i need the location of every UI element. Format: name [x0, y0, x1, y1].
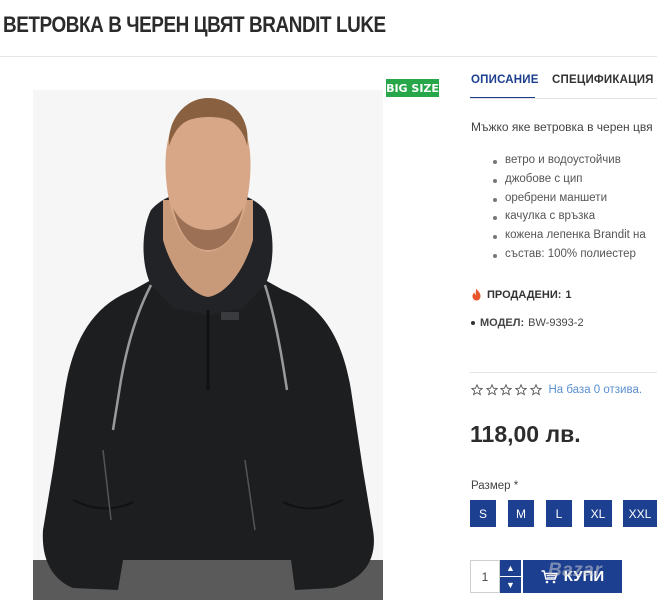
title-divider [0, 56, 657, 57]
tab-description[interactable]: ОПИСАНИЕ [471, 74, 539, 86]
product-image[interactable] [33, 90, 383, 600]
model-number: МОДЕЛ: BW-9393-2 [471, 317, 584, 329]
model-value: BW-9393-2 [528, 317, 584, 329]
size-label: Размер * [471, 480, 518, 492]
jacket-photo [33, 90, 383, 600]
sold-label: ПРОДАДЕНИ: [487, 288, 562, 301]
description-intro: Мъжко яке ветровка в черен цвя [471, 120, 653, 134]
list-item: кожена лепенка Brandit на [491, 229, 657, 248]
list-item: ветро и водоустойчив [491, 154, 657, 173]
product-title: ВЕТРОВКА В ЧЕРЕН ЦВЯТ BRANDIT LUKE [3, 12, 386, 37]
star-empty-icon[interactable] [529, 384, 542, 396]
section-divider [470, 372, 657, 373]
list-item: оребрени маншети [491, 192, 657, 211]
tab-specification[interactable]: СПЕЦИФИКАЦИЯ [552, 74, 654, 86]
size-option-s[interactable]: S [470, 500, 496, 527]
chevron-down-icon: ▼ [506, 580, 515, 590]
bullet-icon [471, 321, 475, 325]
feature-list: ветро и водоустойчив джобове с цип оребр… [491, 154, 657, 267]
fire-icon [472, 288, 481, 301]
tabs-divider [470, 98, 657, 99]
sold-value: 1 [565, 288, 572, 301]
star-empty-icon[interactable] [500, 384, 513, 396]
size-option-xl[interactable]: XL [584, 500, 612, 527]
list-item: състав: 100% полиестер [491, 248, 657, 267]
quantity-decrease-button[interactable]: ▼ [500, 577, 521, 593]
rating: На база 0 отзива. [471, 384, 642, 396]
model-label: МОДЕЛ: [480, 317, 525, 329]
star-empty-icon[interactable] [515, 384, 528, 396]
chevron-up-icon: ▲ [506, 563, 515, 573]
quantity-input[interactable]: 1 [470, 560, 500, 593]
star-empty-icon[interactable] [471, 384, 483, 396]
list-item: джобове с цип [491, 173, 657, 192]
quantity-increase-button[interactable]: ▲ [500, 560, 521, 576]
size-option-l[interactable]: L [546, 500, 572, 527]
price: 118,00 лв. [470, 421, 581, 447]
size-label-text: Размер [471, 480, 511, 492]
star-empty-icon[interactable] [485, 384, 498, 396]
reviews-link[interactable]: На база 0 отзива. [548, 384, 642, 396]
required-marker: * [513, 480, 519, 492]
watermark: Bazar [548, 560, 603, 581]
sold-count: ПРОДАДЕНИ: 1 [471, 288, 572, 301]
size-option-m[interactable]: M [508, 500, 534, 527]
size-option-xxl[interactable]: XXL [623, 500, 657, 527]
big-size-badge: BIG SIZE [386, 79, 439, 97]
list-item: качулка с връзка [491, 210, 657, 229]
